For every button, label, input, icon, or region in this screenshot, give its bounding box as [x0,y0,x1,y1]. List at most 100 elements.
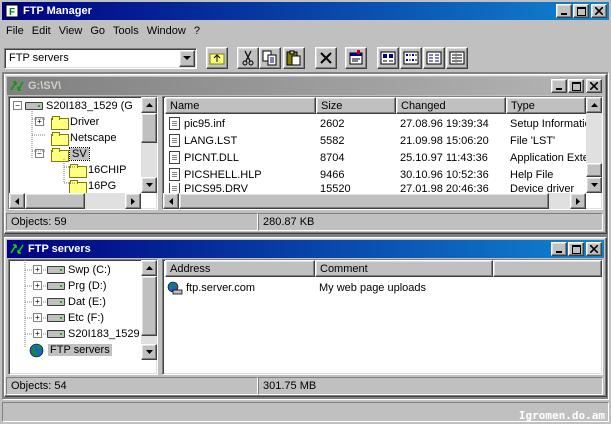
table-row[interactable]: PICNT.DLL 8704 25.10.97 11:43:36 Applica… [163,149,586,166]
file-list-pane[interactable]: Name Size Changed Type pic95.inf 2602 27… [162,96,603,210]
folder-window-minimize-button[interactable] [551,79,567,93]
column-header-comment[interactable]: Comment [315,260,493,277]
tree-item-ftp-servers[interactable]: FTP servers [29,342,112,358]
expand-icon[interactable]: + [33,281,42,290]
ftp-list-pane[interactable]: Address Comment ftp.server.com My web pa… [162,259,603,375]
file-icon [169,183,180,193]
scroll-thumb[interactable] [25,193,85,209]
table-row[interactable]: pic95.inf 2602 27.08.96 19:39:34 Setup I… [163,115,586,132]
folder-window-maximize-button[interactable] [568,79,584,93]
folder-window-close-button[interactable] [586,79,602,93]
file-changed: 27.01.98 20:46:36 [400,183,489,193]
expand-icon[interactable]: + [33,265,42,274]
file-name: pic95.inf [184,117,225,130]
large-icons-button[interactable] [377,47,399,69]
location-combo-value: FTP servers [9,52,69,64]
ftp-window-close-button[interactable] [586,242,602,256]
menu-file[interactable]: File [2,25,28,37]
scroll-down-button[interactable] [141,344,157,360]
scroll-thumb[interactable] [179,193,549,209]
table-row[interactable]: PICSHELL.HLP 9466 30.10.96 10:52:36 Help… [163,166,586,183]
list-button[interactable] [423,47,445,69]
maximize-button[interactable] [573,4,589,18]
folder-tree-vscroll[interactable] [141,97,157,193]
menu-window[interactable]: Window [143,25,190,37]
cut-button[interactable] [237,47,259,69]
table-row[interactable]: PICS95.DRV 15520 27.01.98 20:46:36 Devic… [163,183,586,193]
tree-item-drive-c[interactable]: + Swp (C:) [33,262,111,278]
column-header-empty[interactable] [493,260,602,277]
location-combo[interactable]: FTP servers [4,48,197,69]
file-icon [169,134,180,147]
file-list-vscroll[interactable] [586,97,602,193]
delete-icon [320,52,332,64]
table-row[interactable]: ftp.server.com My web page uploads [163,279,583,296]
ftp-tree-pane[interactable]: + Swp (C:) + Prg (D:) + Dat (E:) + Etc (… [8,259,158,375]
scroll-left-button[interactable] [9,193,25,209]
scroll-right-button[interactable] [570,193,586,209]
column-header-size[interactable]: Size [316,97,396,114]
scroll-left-button[interactable] [163,193,179,209]
file-size: 8704 [320,151,345,164]
folder-tree-hscroll[interactable] [9,193,141,209]
scroll-thumb[interactable] [141,113,157,143]
tree-item-drive-d[interactable]: + Prg (D:) [33,278,107,294]
tree-item-label: Prg (D:) [68,280,107,292]
expand-icon[interactable]: + [33,297,42,306]
file-list-hscroll[interactable] [163,193,586,209]
expand-icon[interactable]: + [33,329,42,338]
expand-icon[interactable]: + [33,313,42,322]
folder-tree-pane[interactable]: − S20I183_1529 (G + Driver Netscape − SV… [8,96,158,210]
column-header-type[interactable]: Type [506,97,586,114]
copy-button[interactable] [259,47,281,69]
app-titlebar[interactable]: F FTP Manager [2,2,609,20]
column-header-name[interactable]: Name [165,97,316,114]
drive-icon [47,298,65,306]
file-type: Help File [510,168,554,181]
file-size: 5582 [320,134,345,147]
small-icons-button[interactable] [400,47,422,69]
paste-button[interactable] [283,47,305,69]
large-icons-icon [380,51,396,65]
menu-tools[interactable]: Tools [109,25,143,37]
tree-item-drive-g[interactable]: + S20I183_1529 [33,326,140,342]
scroll-thumb[interactable] [586,163,602,177]
file-changed: 27.08.96 19:39:34 [400,117,489,130]
scroll-up-button[interactable] [141,260,157,276]
file-name: PICS95.DRV [184,183,248,193]
ftp-window-titlebar[interactable]: FTP servers [7,240,604,258]
list-icon [426,51,442,65]
chevron-down-icon [183,56,191,60]
scroll-right-button[interactable] [125,193,141,209]
minimize-button[interactable] [556,4,572,18]
ftp-tree-vscroll[interactable] [141,260,157,360]
menu-go[interactable]: Go [86,25,109,37]
ftp-status-size: 301.75 MB [258,377,603,395]
scroll-up-button[interactable] [141,97,157,113]
combo-dropdown-button[interactable] [179,50,195,67]
properties-button[interactable] [345,47,367,69]
ftp-window-minimize-button[interactable] [551,242,567,256]
close-button[interactable] [591,4,607,18]
tree-item-drive-e[interactable]: + Dat (E:) [33,294,106,310]
folder-window-titlebar[interactable]: G:\SV\ [7,77,604,95]
table-row[interactable]: LANG.LST 5582 21.09.98 15:06:20 File 'LS… [163,132,586,149]
tree-item-drive-f[interactable]: + Etc (F:) [33,310,104,326]
ftp-window-maximize-button[interactable] [568,242,584,256]
scroll-up-button[interactable] [586,97,602,113]
scroll-down-button[interactable] [586,177,602,193]
folder-status-objects: Objects: 59 [6,213,258,231]
scroll-thumb[interactable] [141,276,157,336]
scroll-down-button[interactable] [141,177,157,193]
column-header-changed[interactable]: Changed [396,97,506,114]
up-folder-button[interactable] [206,47,228,69]
cut-icon [242,50,254,66]
menu-help[interactable]: ? [190,25,204,37]
delete-button[interactable] [315,47,337,69]
menu-edit[interactable]: Edit [28,25,55,37]
details-button[interactable] [446,47,468,69]
ftp-app-icon: F [5,4,19,18]
menu-view[interactable]: View [55,25,87,37]
column-header-address[interactable]: Address [165,260,315,277]
file-icon [169,151,180,164]
